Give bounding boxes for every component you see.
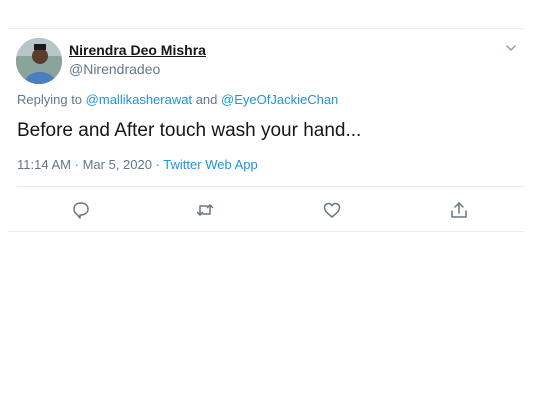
tweet-meta: 11:14 AM · Mar 5, 2020 · Twitter Web App [17,157,258,172]
mention-link[interactable]: @EyeOfJackieChan [221,92,338,107]
replying-prefix: Replying to [17,92,83,107]
tweet-source[interactable]: Twitter Web App [163,157,257,172]
tweet-date[interactable]: Mar 5, 2020 [83,157,152,172]
tweet-card: Nirendra Deo Mishra @Nirendradeo Replyin… [8,28,524,232]
retweet-icon[interactable] [194,199,216,221]
avatar[interactable] [16,38,62,84]
like-icon[interactable] [321,199,343,221]
meta-separator: · [74,157,79,172]
author-handle[interactable]: @Nirendradeo [69,61,160,77]
chevron-down-icon[interactable] [504,41,518,60]
mention-link[interactable]: @mallikasherawat [86,92,192,107]
divider [17,186,524,187]
reply-icon[interactable] [70,199,92,221]
tweet-time[interactable]: 11:14 AM [17,157,71,172]
author-name[interactable]: Nirendra Deo Mishra [69,42,206,58]
replying-to: Replying to @mallikasherawat and @EyeOfJ… [17,92,338,107]
share-icon[interactable] [448,199,470,221]
tweet-text: Before and After touch wash your hand... [17,120,362,141]
and-word: and [195,92,218,107]
meta-separator: · [155,157,160,172]
